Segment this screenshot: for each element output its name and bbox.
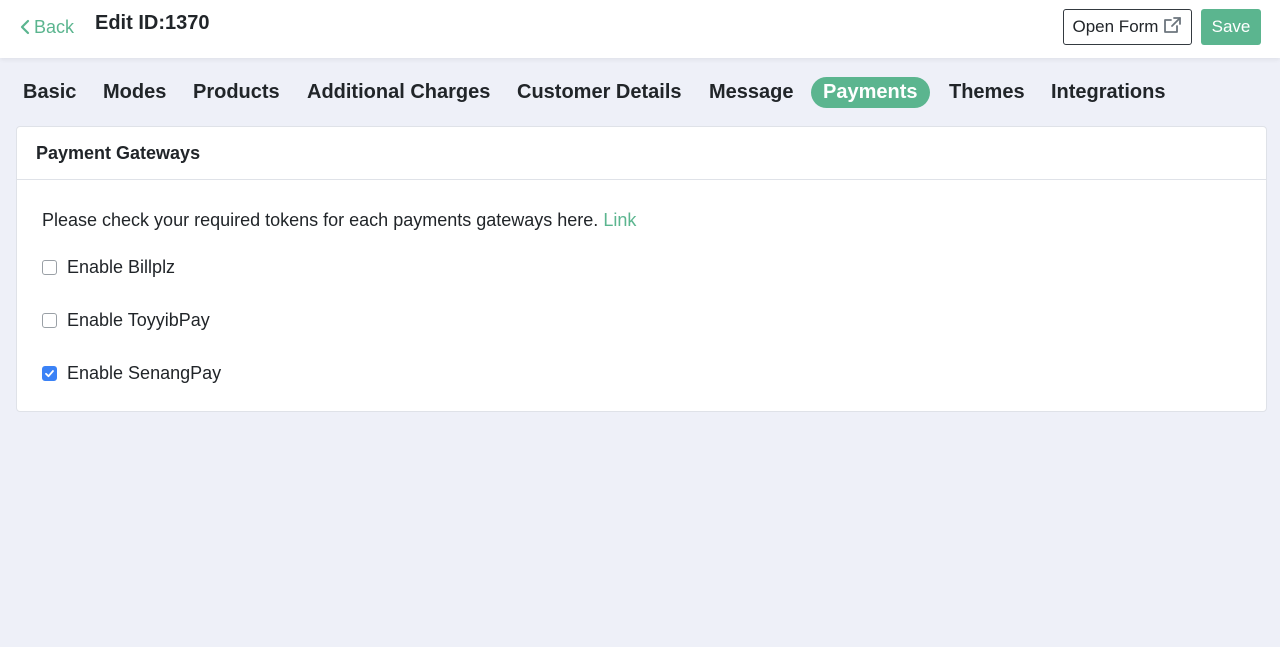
- tokens-link[interactable]: Link: [603, 210, 636, 230]
- tab-customer-details[interactable]: Customer Details: [517, 77, 682, 108]
- page-title: Edit ID:1370: [95, 12, 210, 34]
- external-link-icon: [1163, 16, 1182, 39]
- billplz-checkbox[interactable]: [42, 259, 57, 275]
- tab-integrations[interactable]: Integrations: [1051, 77, 1165, 108]
- open-form-button[interactable]: Open Form: [1063, 9, 1192, 45]
- senangpay-label: Enable SenangPay: [67, 362, 222, 383]
- toyyibpay-checkbox[interactable]: [42, 312, 57, 328]
- intro-text: Please check your required tokens for ea…: [42, 210, 599, 230]
- tab-themes[interactable]: Themes: [949, 77, 1025, 108]
- billplz-label: Enable Billplz: [67, 256, 176, 277]
- check-icon: [45, 369, 54, 377]
- toyyibpay-label: Enable ToyyibPay: [67, 309, 210, 330]
- tab-bar: Basic Modes Products Additional Charges …: [0, 77, 1280, 108]
- chevron-left-icon: [20, 19, 30, 35]
- open-form-label: Open Form: [1072, 17, 1159, 36]
- tab-products[interactable]: Products: [193, 77, 280, 108]
- tab-additional-charges[interactable]: Additional Charges: [307, 77, 490, 108]
- tab-modes[interactable]: Modes: [103, 77, 166, 108]
- back-button[interactable]: Back: [20, 15, 74, 39]
- tab-basic[interactable]: Basic: [23, 77, 76, 108]
- gateway-billplz-row: Enable Billplz: [42, 256, 175, 278]
- tab-payments[interactable]: Payments: [811, 77, 930, 108]
- gateway-senangpay-row: Enable SenangPay: [42, 362, 221, 384]
- payment-gateways-card: Payment Gateways Please check your requi…: [16, 126, 1267, 412]
- intro-text-row: Please check your required tokens for ea…: [42, 209, 636, 231]
- tab-message[interactable]: Message: [709, 77, 794, 108]
- gateway-toyyibpay-row: Enable ToyyibPay: [42, 309, 210, 331]
- back-label: Back: [34, 16, 75, 37]
- senangpay-checkbox[interactable]: [42, 365, 57, 381]
- top-bar: Back Edit ID:1370 Open Form Save: [0, 0, 1280, 58]
- card-title: Payment Gateways: [17, 127, 1266, 180]
- save-button[interactable]: Save: [1201, 9, 1261, 45]
